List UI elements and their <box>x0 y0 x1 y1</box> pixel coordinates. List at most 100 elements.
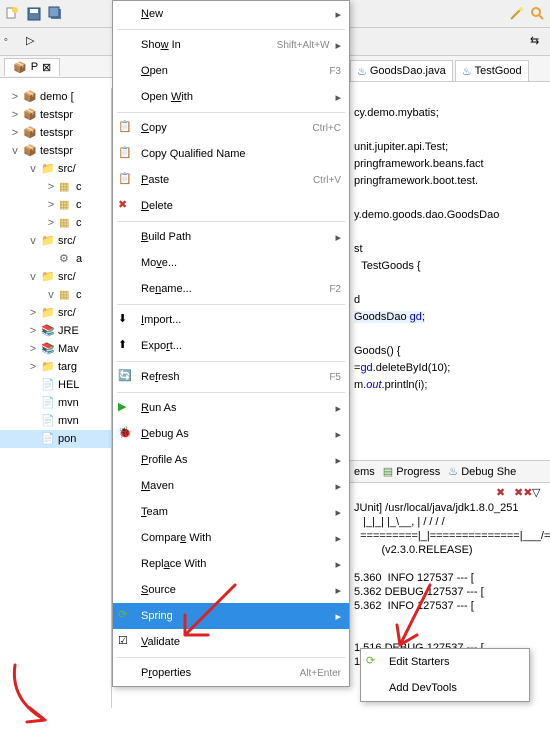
menu-item-spring[interactable]: ⟳Spring▸ <box>113 603 349 629</box>
progress-tab[interactable]: ▤ Progress <box>383 465 441 478</box>
menu-item-debug-as[interactable]: 🐞Debug As▸ <box>113 421 349 447</box>
remove-icon[interactable]: ✖ <box>496 486 510 500</box>
menu-item-maven[interactable]: Maven▸ <box>113 473 349 499</box>
menu-shortcut: F3 <box>329 66 341 77</box>
menu-item-validate[interactable]: ☑Validate <box>113 629 349 655</box>
submenu-item-edit-starters[interactable]: ⟳Edit Starters <box>361 649 529 675</box>
menu-item-rename[interactable]: Rename...F2 <box>113 276 349 302</box>
menu-item-delete[interactable]: ✖Delete <box>113 193 349 219</box>
tree-item[interactable]: >📦demo [ <box>0 88 111 106</box>
tree-item[interactable]: >▦c <box>0 178 111 196</box>
expander-icon[interactable]: > <box>28 307 38 319</box>
menu-item-import[interactable]: ⬇Import... <box>113 307 349 333</box>
tree-item[interactable]: >📚JRE <box>0 322 111 340</box>
menu-label: Run As <box>141 402 329 414</box>
copyq-icon: 📋 <box>118 146 134 162</box>
code-line: pringframework.beans.fact <box>354 158 484 170</box>
expander-icon[interactable]: > <box>28 325 38 337</box>
submenu-arrow-icon: ▸ <box>335 532 341 545</box>
tree-item[interactable]: ⚙a <box>0 250 111 268</box>
save-all-icon[interactable] <box>48 6 64 22</box>
editor-tab[interactable]: ♨GoodsDao.java <box>350 60 453 81</box>
menu-item-paste[interactable]: 📋PasteCtrl+V <box>113 167 349 193</box>
menu-item-copy[interactable]: 📋CopyCtrl+C <box>113 115 349 141</box>
expander-icon[interactable]: > <box>46 199 56 211</box>
menu-item-open-with[interactable]: Open With▸ <box>113 84 349 110</box>
tree-item[interactable]: >📁targ <box>0 358 111 376</box>
tree-item[interactable]: >📦testspr <box>0 124 111 142</box>
link-icon[interactable]: ⇆ <box>530 34 546 50</box>
tree-item[interactable]: >📁src/ <box>0 304 111 322</box>
search-icon[interactable] <box>530 6 546 22</box>
run-tool-icon[interactable]: ▷ <box>26 34 42 50</box>
export-icon: ⬆ <box>118 338 134 354</box>
tree-item[interactable]: v▦c <box>0 286 111 304</box>
expander-icon[interactable]: > <box>28 361 38 373</box>
tree-item[interactable]: v📦testspr <box>0 142 111 160</box>
new-icon[interactable] <box>4 6 20 22</box>
tree-item[interactable]: >▦c <box>0 196 111 214</box>
tree-item[interactable]: v📁src/ <box>0 232 111 250</box>
expander-icon[interactable]: > <box>10 91 20 103</box>
expander-icon[interactable]: v <box>28 235 38 247</box>
remove-all-icon[interactable]: ✖✖ <box>514 486 528 500</box>
debug-shell-tab[interactable]: ♨ Debug She <box>448 465 516 478</box>
menu-item-build-path[interactable]: Build Path▸ <box>113 224 349 250</box>
expander-icon[interactable]: v <box>28 271 38 283</box>
menu-item-compare-with[interactable]: Compare With▸ <box>113 525 349 551</box>
menu-item-new[interactable]: New▸ <box>113 1 349 27</box>
menu-item-run-as[interactable]: ▶Run As▸ <box>113 395 349 421</box>
console-line: 5.362 DEBUG 127537 --- [ <box>354 586 484 598</box>
code-editor[interactable]: cy.demo.mybatis; unit.jupiter.api.Test; … <box>350 84 550 484</box>
tree-item[interactable]: 📄mvn <box>0 412 111 430</box>
menu-item-export[interactable]: ⬆ Export... <box>113 333 349 359</box>
menu-item-copy-qualified-name[interactable]: 📋Copy Qualified Name <box>113 141 349 167</box>
tree-item[interactable]: 📄HEL <box>0 376 111 394</box>
menu-shortcut: Ctrl+C <box>312 123 341 134</box>
menu-item-open[interactable]: OpenF3 <box>113 58 349 84</box>
submenu-arrow-icon: ▸ <box>335 454 341 467</box>
tree-item[interactable]: 📄mvn <box>0 394 111 412</box>
package-explorer-icon: 📦 <box>13 61 27 74</box>
tree-item[interactable]: >📦testspr <box>0 106 111 124</box>
expander-icon[interactable]: v <box>10 145 20 157</box>
menu-item-properties[interactable]: PropertiesAlt+Enter <box>113 660 349 686</box>
expander-icon[interactable]: > <box>10 109 20 121</box>
expander-icon[interactable]: > <box>10 127 20 139</box>
menu-shortcut: Shift+Alt+W <box>277 40 330 51</box>
run-icon: ▶ <box>118 400 134 416</box>
problems-tab[interactable]: ems <box>354 466 375 478</box>
menu-item-move[interactable]: Move... <box>113 250 349 276</box>
expander-icon[interactable]: > <box>46 217 56 229</box>
tree-item[interactable]: >📚Mav <box>0 340 111 358</box>
menu-item-team[interactable]: Team▸ <box>113 499 349 525</box>
expander-icon[interactable]: > <box>46 181 56 193</box>
tree-item[interactable]: v📁src/ <box>0 160 111 178</box>
menu-separator <box>117 221 345 222</box>
expander-icon[interactable]: > <box>28 343 38 355</box>
menu-item-show-in[interactable]: Show InShift+Alt+W▸ <box>113 32 349 58</box>
menu-item-source[interactable]: Source▸ <box>113 577 349 603</box>
pkg-icon: 📦 <box>23 108 37 122</box>
tree-item[interactable]: v📁src/ <box>0 268 111 286</box>
menu-icon[interactable]: ▽ <box>532 486 546 500</box>
package-explorer-tab[interactable]: 📦 P ⊠ <box>4 58 60 76</box>
menu-label: Show In <box>141 39 277 51</box>
close-icon[interactable]: ⊠ <box>42 61 51 74</box>
expander-icon[interactable]: v <box>46 289 56 301</box>
menu-item-replace-with[interactable]: Replace With▸ <box>113 551 349 577</box>
editor-tab[interactable]: ♨TestGood <box>455 60 529 81</box>
expander-icon[interactable]: v <box>28 163 38 175</box>
wand-icon[interactable] <box>508 6 524 22</box>
tree-item[interactable]: 📄pon <box>0 430 111 448</box>
menu-item-refresh[interactable]: 🔄RefreshF5 <box>113 364 349 390</box>
submenu-item-add-devtools[interactable]: Add DevTools <box>361 675 529 701</box>
menu-item-profile-as[interactable]: Profile As▸ <box>113 447 349 473</box>
xml-icon: 📄 <box>41 432 55 446</box>
skip-icon[interactable]: ◦ <box>4 34 20 50</box>
menu-shortcut: F5 <box>329 372 341 383</box>
tree-item[interactable]: >▦c <box>0 214 111 232</box>
save-icon[interactable] <box>26 6 42 22</box>
tree-label: src/ <box>58 307 76 319</box>
menu-label: Export... <box>141 340 341 352</box>
